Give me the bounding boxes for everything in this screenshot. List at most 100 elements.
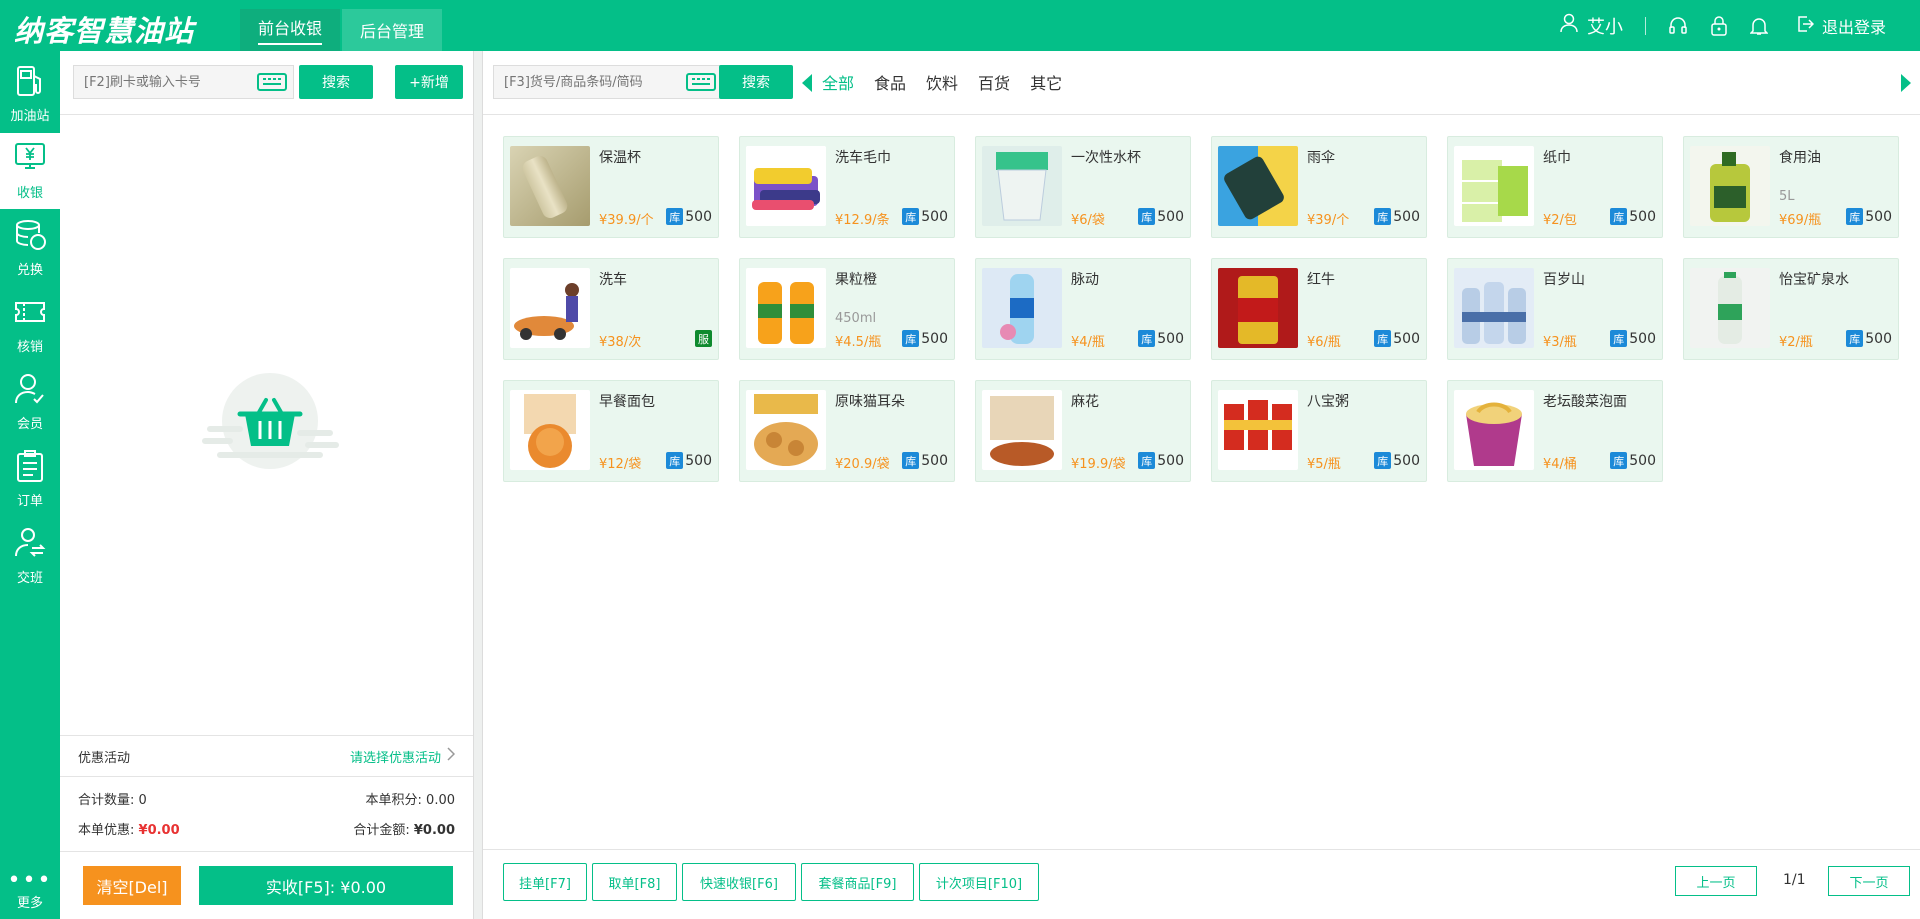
product-stock: 库 500 — [1610, 452, 1656, 469]
checkout-button[interactable]: 实收[F5]: ¥0.00 — [199, 866, 453, 905]
product-card[interactable]: 麻花 ¥19.9/袋库 500 — [975, 380, 1191, 482]
sidebar-item-verify[interactable]: 核销 — [0, 287, 60, 363]
product-image — [1690, 146, 1770, 226]
product-name: 百岁山 — [1543, 272, 1585, 288]
category-tab-goods[interactable]: 百货 — [978, 70, 1010, 94]
keyboard-icon[interactable] — [686, 73, 716, 91]
stock-quantity: 500 — [1393, 208, 1420, 225]
product-stock: 库 500 — [1374, 452, 1420, 469]
product-price: ¥69/瓶 — [1779, 213, 1822, 228]
stock-badge: 库 — [1846, 208, 1864, 225]
logout-button[interactable]: 退出登录 — [1796, 14, 1886, 38]
product-name: 怡宝矿泉水 — [1779, 272, 1849, 288]
product-card[interactable]: 果粒橙 450ml ¥4.5/瓶 库 500 — [739, 258, 955, 360]
product-card[interactable]: 纸巾 ¥2/包 库 500 — [1447, 136, 1663, 238]
sidebar-item-cashier[interactable]: 收银 — [0, 133, 60, 209]
product-card[interactable]: 原味猫耳朵 ¥20.9/袋库 500 — [739, 380, 955, 482]
product-card[interactable]: 一次性水杯 ¥6/袋 库 500 — [975, 136, 1191, 238]
tab-front-cashier[interactable]: 前台收银 — [240, 9, 340, 51]
order-icon — [13, 449, 47, 487]
stock-quantity: 500 — [1157, 208, 1184, 225]
stock-badge: 库 — [1374, 330, 1392, 347]
retrieve-order-button[interactable]: 取单[F8] — [592, 863, 677, 901]
ticket-icon — [13, 295, 47, 333]
keyboard-icon[interactable] — [257, 73, 287, 91]
lock-icon[interactable] — [1710, 15, 1728, 36]
product-card[interactable]: 雨伞 ¥39/个 库 500 — [1211, 136, 1427, 238]
count-items-button[interactable]: 计次项目[F10] — [919, 863, 1039, 901]
total-qty: 合计数量: 0 — [78, 789, 147, 808]
logout-label: 退出登录 — [1821, 17, 1886, 37]
member-icon — [13, 372, 47, 410]
product-card[interactable]: 脉动 ¥4/瓶 库 500 — [975, 258, 1191, 360]
category-tab-other[interactable]: 其它 — [1030, 70, 1062, 94]
category-scroll-left-icon[interactable] — [802, 74, 812, 92]
sidebar-more[interactable]: ••• 更多 — [0, 870, 60, 912]
stock-badge: 库 — [1610, 452, 1628, 469]
next-page-button[interactable]: 下一页 — [1828, 866, 1910, 896]
product-price: ¥38/次 — [599, 335, 642, 350]
product-name: 洗车毛巾 — [835, 150, 891, 166]
user-icon — [1559, 13, 1579, 38]
product-image — [1454, 390, 1534, 470]
product-card[interactable]: 洗车毛巾 ¥12.9/条库 500 — [739, 136, 955, 238]
product-card[interactable]: 八宝粥 ¥5/瓶 库 500 — [1211, 380, 1427, 482]
stock-quantity: 500 — [1393, 330, 1420, 347]
tab-back-office[interactable]: 后台管理 — [342, 9, 442, 51]
product-card[interactable]: 食用油 5L ¥69/瓶 库 500 — [1683, 136, 1899, 238]
stock-badge: 库 — [666, 208, 684, 225]
card-search-button[interactable]: 搜索 — [299, 65, 373, 99]
category-scroll-right-icon[interactable] — [1901, 74, 1911, 92]
product-name: 保温杯 — [599, 150, 641, 166]
sidebar-item-member[interactable]: 会员 — [0, 364, 60, 440]
product-spec: 450ml — [835, 311, 877, 326]
sidebar-item-orders[interactable]: 订单 — [0, 441, 60, 517]
hold-order-button[interactable]: 挂单[F7] — [503, 863, 587, 901]
product-search-button[interactable]: 搜索 — [719, 65, 793, 99]
sidebar-item-exchange[interactable]: 兑换 — [0, 210, 60, 286]
product-card[interactable]: 保温杯 ¥39.9/个库 500 — [503, 136, 719, 238]
sidebar-item-shift[interactable]: 交班 — [0, 518, 60, 594]
product-card[interactable]: 怡宝矿泉水 ¥2/瓶 库 500 — [1683, 258, 1899, 360]
stock-quantity: 500 — [921, 452, 948, 469]
card-search-input[interactable] — [74, 66, 249, 98]
category-tab-drinks[interactable]: 饮料 — [926, 70, 958, 94]
stock-quantity: 500 — [685, 208, 712, 225]
divider — [483, 114, 1920, 115]
stock-badge: 库 — [1610, 330, 1628, 347]
product-price: ¥2/包 — [1543, 213, 1577, 228]
product-image — [510, 390, 590, 470]
category-tab-food[interactable]: 食品 — [874, 70, 906, 94]
product-card[interactable]: 早餐面包 ¥12/袋 库 500 — [503, 380, 719, 482]
select-promo-link[interactable]: 请选择优惠活动 — [350, 747, 456, 766]
product-price: ¥12.9/条 — [835, 213, 890, 228]
stock-badge: 库 — [902, 330, 920, 347]
panel-splitter[interactable] — [473, 51, 483, 919]
product-card[interactable]: 红牛 ¥6/瓶 库 500 — [1211, 258, 1427, 360]
stock-badge: 库 — [666, 452, 684, 469]
product-image — [1218, 146, 1298, 226]
product-card[interactable]: 洗车 ¥38/次 服 — [503, 258, 719, 360]
stock-badge: 库 — [1374, 208, 1392, 225]
prev-page-button[interactable]: 上一页 — [1675, 866, 1757, 896]
page-indicator: 1/1 — [1783, 872, 1806, 888]
quick-checkout-button[interactable]: 快速收银[F6] — [682, 863, 796, 901]
category-tab-all[interactable]: 全部 — [822, 70, 854, 94]
sidebar-item-label: 订单 — [16, 494, 43, 509]
product-price: ¥6/袋 — [1071, 213, 1105, 228]
product-search-input[interactable] — [494, 66, 679, 98]
user-menu[interactable]: 艾小 — [1559, 13, 1623, 39]
headset-icon[interactable] — [1668, 16, 1688, 36]
add-member-button[interactable]: +新增 — [395, 65, 463, 99]
clear-cart-button[interactable]: 清空[Del] — [83, 866, 181, 905]
combo-products-button[interactable]: 套餐商品[F9] — [801, 863, 914, 901]
bell-icon[interactable] — [1749, 16, 1768, 36]
sidebar-more-label: 更多 — [16, 896, 43, 911]
product-stock: 库 500 — [902, 330, 948, 347]
product-price: ¥4/桶 — [1543, 457, 1577, 472]
product-card[interactable]: 百岁山 ¥3/瓶 库 500 — [1447, 258, 1663, 360]
product-stock: 库 500 — [902, 452, 948, 469]
product-stock: 库 500 — [1138, 208, 1184, 225]
product-card[interactable]: 老坛酸菜泡面 ¥4/桶 库 500 — [1447, 380, 1663, 482]
sidebar-item-fuel-station[interactable]: 加油站 — [0, 56, 60, 132]
